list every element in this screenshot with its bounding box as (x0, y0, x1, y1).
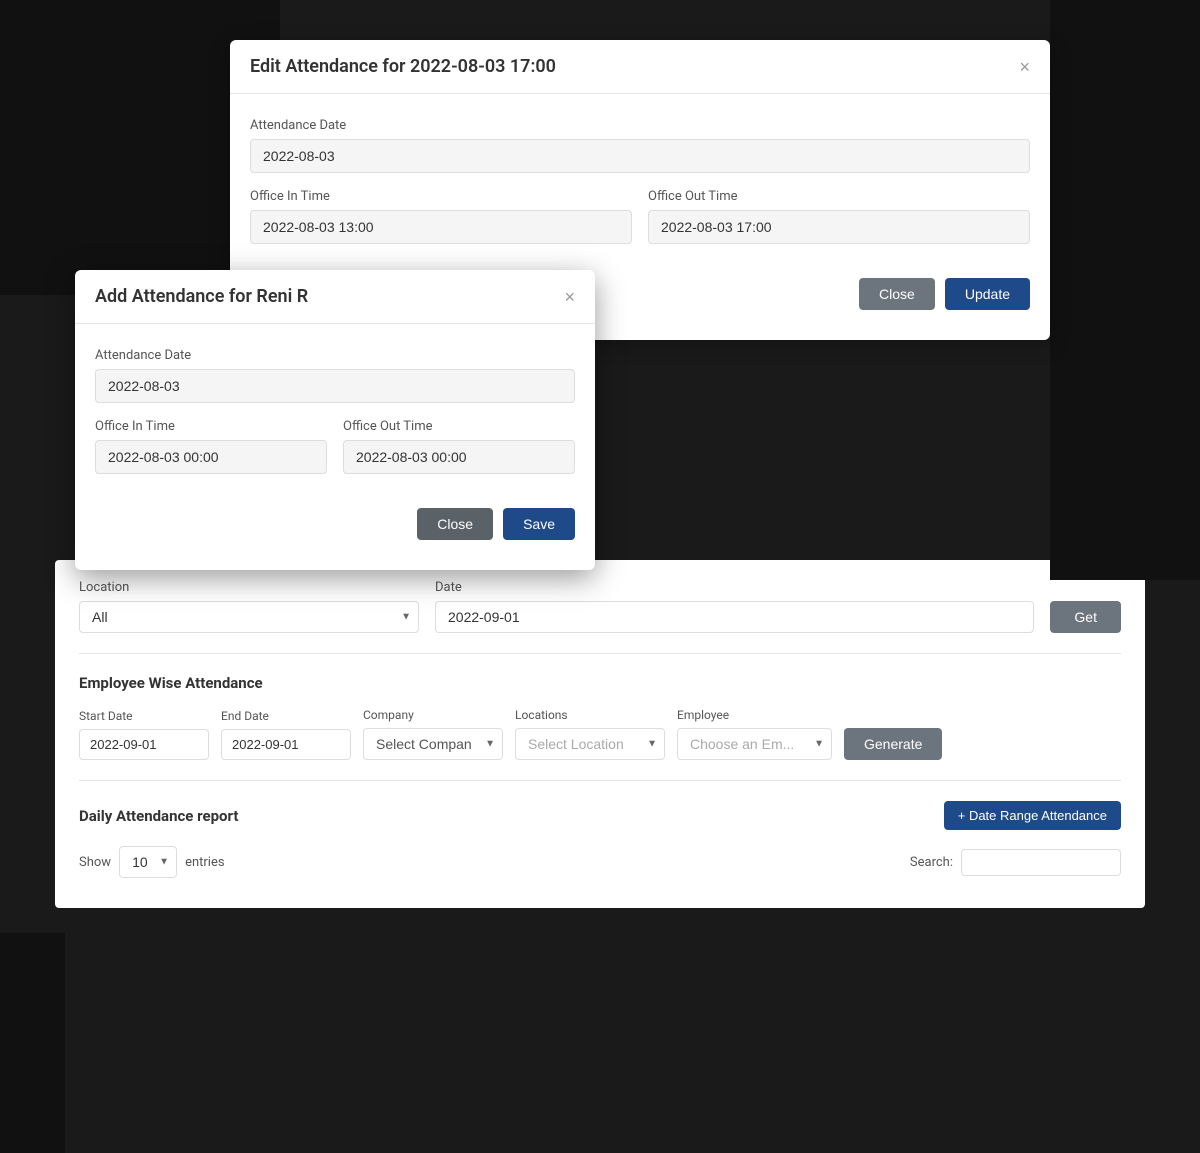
edit-close-button[interactable]: Close (859, 278, 935, 310)
add-attendance-date-group: Attendance Date (95, 348, 575, 403)
locations-select[interactable]: Select Location (515, 728, 665, 760)
end-date-input[interactable] (221, 729, 351, 760)
edit-office-in-label: Office In Time (250, 189, 632, 204)
daily-section-header: Daily Attendance report + Date Range Att… (79, 801, 1121, 830)
entries-select[interactable]: 10 (119, 846, 177, 878)
add-office-out-input[interactable] (343, 440, 575, 474)
table-controls: Show 10 ▼ entries Search: (79, 846, 1121, 878)
edit-office-out-group: Office Out Time (648, 189, 1030, 244)
get-button[interactable]: Get (1050, 601, 1121, 633)
add-office-in-label: Office In Time (95, 419, 327, 434)
add-save-button[interactable]: Save (503, 508, 575, 540)
add-office-out-label: Office Out Time (343, 419, 575, 434)
locations-label: Locations (515, 708, 665, 722)
add-office-in-group: Office In Time (95, 419, 327, 474)
location-select[interactable]: All (79, 601, 419, 633)
add-attendance-modal: Add Attendance for Reni R × Attendance D… (75, 270, 595, 570)
edit-attendance-date-group: Attendance Date (250, 118, 1030, 173)
add-modal-body: Attendance Date Office In Time Office Ou… (75, 324, 595, 498)
edit-modal-body: Attendance Date Office In Time Office Ou… (230, 94, 1050, 268)
add-time-row: Office In Time Office Out Time (95, 419, 575, 474)
edit-attendance-date-label: Attendance Date (250, 118, 1030, 133)
add-modal-close-button[interactable]: × (564, 288, 575, 306)
employee-label: Employee (677, 708, 832, 722)
search-label: Search: (910, 855, 953, 870)
date-input[interactable] (435, 601, 1034, 633)
start-date-input[interactable] (79, 729, 209, 760)
edit-office-out-label: Office Out Time (648, 189, 1030, 204)
date-range-button[interactable]: + Date Range Attendance (944, 801, 1121, 830)
employee-section-title: Employee Wise Attendance (79, 674, 1121, 692)
add-close-button[interactable]: Close (417, 508, 493, 540)
end-date-label: End Date (221, 709, 351, 723)
generate-button[interactable]: Generate (844, 728, 942, 760)
add-attendance-date-input[interactable] (95, 369, 575, 403)
edit-modal-header: Edit Attendance for 2022-08-03 17:00 × (230, 40, 1050, 94)
employee-section: Employee Wise Attendance Start Date End … (79, 674, 1121, 760)
edit-time-row: Office In Time Office Out Time (250, 189, 1030, 244)
company-select[interactable]: Select Compan (363, 728, 503, 760)
add-office-in-input[interactable] (95, 440, 327, 474)
add-modal-header: Add Attendance for Reni R × (75, 270, 595, 324)
entries-label: entries (185, 855, 225, 870)
company-label: Company (363, 708, 503, 722)
add-attendance-date-label: Attendance Date (95, 348, 575, 363)
edit-update-button[interactable]: Update (945, 278, 1030, 310)
add-modal-footer: Close Save (75, 498, 595, 540)
edit-modal-close-button[interactable]: × (1019, 58, 1030, 76)
employee-select[interactable]: Choose an Em... (677, 728, 832, 760)
edit-office-out-input[interactable] (648, 210, 1030, 244)
daily-section-title: Daily Attendance report (79, 807, 238, 825)
edit-modal-title: Edit Attendance for 2022-08-03 17:00 (250, 56, 556, 77)
background-panel: Location All ▼ Date Get Employee Wise At… (55, 560, 1145, 908)
start-date-label: Start Date (79, 709, 209, 723)
add-modal-title: Add Attendance for Reni R (95, 286, 308, 307)
add-office-out-group: Office Out Time (343, 419, 575, 474)
edit-office-in-input[interactable] (250, 210, 632, 244)
edit-office-in-group: Office In Time (250, 189, 632, 244)
edit-attendance-date-input[interactable] (250, 139, 1030, 173)
search-input[interactable] (961, 849, 1121, 876)
show-label: Show (79, 855, 111, 870)
location-label: Location (79, 580, 419, 595)
date-label: Date (435, 580, 1034, 595)
